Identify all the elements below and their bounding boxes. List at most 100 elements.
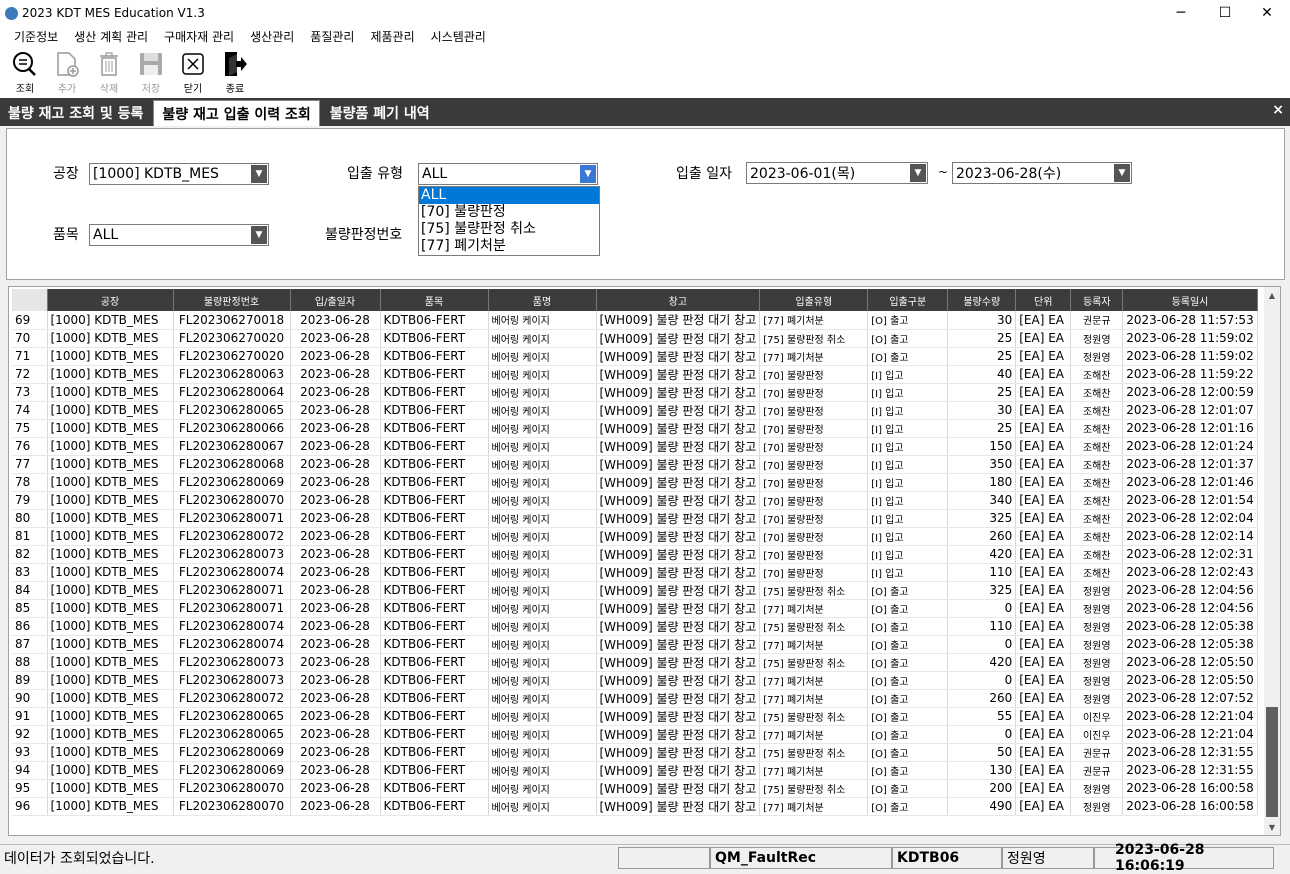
table-cell: 2023-06-28	[290, 473, 381, 492]
dropdown-option-70[interactable]: [70] 불량판정	[419, 204, 599, 221]
table-cell: [75] 불량판정 취소	[759, 329, 869, 348]
table-cell: FL202306280068	[173, 455, 291, 474]
table-row[interactable]: 96 [1000] KDTB_MES FL202306280070 2023-06-2…	[12, 797, 1258, 816]
column-header[interactable]: 품목	[380, 289, 489, 311]
table-cell: [WH009] 불량 판정 대기 창고	[596, 707, 761, 726]
row-number: 78	[12, 473, 48, 492]
table-row[interactable]: 69 [1000] KDTB_MES FL202306270018 2023-06-2…	[12, 311, 1258, 330]
vertical-scrollbar[interactable]: ▲ ▼	[1264, 287, 1280, 835]
exit-label: 종료	[225, 84, 245, 95]
table-row[interactable]: 89 [1000] KDTB_MES FL202306280073 2023-06-2…	[12, 671, 1258, 690]
tab-defect-history[interactable]: 불량 재고 입출 이력 조회	[153, 100, 320, 126]
menu-system[interactable]: 시스템관리	[431, 28, 486, 45]
table-row[interactable]: 80 [1000] KDTB_MES FL202306280071 2023-06-2…	[12, 509, 1258, 528]
table-row[interactable]: 94 [1000] KDTB_MES FL202306280069 2023-06-2…	[12, 761, 1258, 780]
column-header[interactable]: 불량판정번호	[173, 289, 291, 311]
table-row[interactable]: 70 [1000] KDTB_MES FL202306270020 2023-06-2…	[12, 329, 1258, 348]
delete-button[interactable]: 삭제	[88, 46, 130, 98]
table-cell: 2023-06-28 12:21:04	[1122, 725, 1258, 744]
scroll-up-icon[interactable]: ▲	[1264, 287, 1280, 303]
menu-product[interactable]: 제품관리	[370, 28, 414, 45]
table-row[interactable]: 91 [1000] KDTB_MES FL202306280065 2023-06-2…	[12, 707, 1258, 726]
table-cell: [EA] EA	[1015, 653, 1072, 672]
table-cell: 베어링 케이지	[488, 653, 597, 672]
table-row[interactable]: 93 [1000] KDTB_MES FL202306280069 2023-06-2…	[12, 743, 1258, 762]
table-row[interactable]: 92 [1000] KDTB_MES FL202306280065 2023-06-2…	[12, 725, 1258, 744]
table-row[interactable]: 85 [1000] KDTB_MES FL202306280071 2023-06-2…	[12, 599, 1258, 618]
table-cell: [I] 입고	[867, 365, 949, 384]
judge-no-label: 불량판정번호	[325, 227, 403, 243]
table-row[interactable]: 78 [1000] KDTB_MES FL202306280069 2023-06-2…	[12, 473, 1258, 492]
table-row[interactable]: 73 [1000] KDTB_MES FL202306280064 2023-06-2…	[12, 383, 1258, 402]
column-header[interactable]: 단위	[1015, 289, 1072, 311]
table-row[interactable]: 76 [1000] KDTB_MES FL202306280067 2023-06-2…	[12, 437, 1258, 456]
date-from-picker[interactable]: 2023-06-01(목) ▼	[746, 162, 928, 184]
table-cell: 2023-06-28 12:01:37	[1122, 455, 1258, 474]
type-select[interactable]: ALL ▼	[418, 163, 598, 185]
table-cell: KDTB06-FERT	[380, 599, 489, 618]
column-header[interactable]: 입출구분	[867, 289, 949, 311]
table-cell: [70] 불량판정	[759, 545, 869, 564]
dropdown-option-all[interactable]: ALL	[419, 187, 599, 204]
item-select[interactable]: ALL ▼	[89, 224, 269, 246]
menu-quality[interactable]: 품질관리	[310, 28, 354, 45]
save-button[interactable]: 저장	[130, 46, 172, 98]
table-cell: [70] 불량판정	[759, 455, 869, 474]
table-cell: [1000] KDTB_MES	[47, 635, 174, 654]
column-header[interactable]: 입출유형	[759, 289, 869, 311]
table-row[interactable]: 87 [1000] KDTB_MES FL202306280074 2023-06-2…	[12, 635, 1258, 654]
table-cell: 2023-06-28	[290, 491, 381, 510]
table-row[interactable]: 71 [1000] KDTB_MES FL202306270020 2023-06-2…	[12, 347, 1258, 366]
table-row[interactable]: 81 [1000] KDTB_MES FL202306280072 2023-06-2…	[12, 527, 1258, 546]
table-row[interactable]: 77 [1000] KDTB_MES FL202306280068 2023-06-2…	[12, 455, 1258, 474]
exit-button[interactable]: 종료	[214, 46, 256, 98]
column-header[interactable]: 공장	[47, 289, 174, 311]
minimize-button[interactable]: ─	[1160, 0, 1202, 26]
table-cell: [1000] KDTB_MES	[47, 347, 174, 366]
column-header[interactable]: 등록일시	[1122, 289, 1258, 311]
table-cell: KDTB06-FERT	[380, 635, 489, 654]
add-button[interactable]: 추가	[46, 46, 88, 98]
table-cell: [O] 출고	[867, 653, 949, 672]
menu-base-info[interactable]: 기준정보	[14, 28, 58, 45]
table-row[interactable]: 79 [1000] KDTB_MES FL202306280070 2023-06-2…	[12, 491, 1258, 510]
table-row[interactable]: 95 [1000] KDTB_MES FL202306280070 2023-06-2…	[12, 779, 1258, 798]
dropdown-option-75[interactable]: [75] 불량판정 취소	[419, 221, 599, 238]
column-header[interactable]: 품명	[488, 289, 597, 311]
table-row[interactable]: 90 [1000] KDTB_MES FL202306280072 2023-06-2…	[12, 689, 1258, 708]
table-row[interactable]: 72 [1000] KDTB_MES FL202306280063 2023-06-2…	[12, 365, 1258, 384]
column-header[interactable]: 입/출일자	[290, 289, 381, 311]
plant-select[interactable]: [1000] KDTB_MES ▼	[89, 163, 269, 185]
table-cell: [I] 입고	[867, 401, 949, 420]
table-row[interactable]: 83 [1000] KDTB_MES FL202306280074 2023-06-2…	[12, 563, 1258, 582]
dropdown-option-77[interactable]: [77] 폐기처분	[419, 238, 599, 255]
menu-purchase[interactable]: 구매자재 관리	[164, 28, 234, 45]
table-row[interactable]: 82 [1000] KDTB_MES FL202306280073 2023-06-2…	[12, 545, 1258, 564]
tab-disposal[interactable]: 불량품 폐기 내역	[322, 100, 438, 126]
scroll-thumb[interactable]	[1266, 707, 1278, 817]
date-to-picker[interactable]: 2023-06-28(수) ▼	[952, 162, 1132, 184]
close-button[interactable]: 닫기	[172, 46, 214, 98]
menu-production[interactable]: 생산관리	[250, 28, 294, 45]
column-header[interactable]: 등록자	[1070, 289, 1124, 311]
table-row[interactable]: 86 [1000] KDTB_MES FL202306280074 2023-06-2…	[12, 617, 1258, 636]
table-cell: 이진우	[1070, 725, 1124, 744]
search-button[interactable]: 조회	[4, 46, 46, 98]
tab-defect-stock[interactable]: 불량 재고 조회 및 등록	[0, 100, 151, 126]
table-row[interactable]: 75 [1000] KDTB_MES FL202306280066 2023-06-2…	[12, 419, 1258, 438]
table-cell: 2023-06-28	[290, 545, 381, 564]
table-cell: [1000] KDTB_MES	[47, 761, 174, 780]
table-row[interactable]: 88 [1000] KDTB_MES FL202306280073 2023-06-2…	[12, 653, 1258, 672]
column-header[interactable]: 창고	[596, 289, 761, 311]
tab-close-icon[interactable]: ×	[1272, 102, 1284, 118]
maximize-button[interactable]: ☐	[1204, 0, 1246, 26]
table-row[interactable]: 84 [1000] KDTB_MES FL202306280071 2023-06-2…	[12, 581, 1258, 600]
table-header: 공장 불량판정번호 입/출일자 품목 품명 창고 입출유형 입출구분 불량수량 단위 등록자 등록일시	[12, 289, 1258, 311]
column-header[interactable]: 불량수량	[947, 289, 1017, 311]
table-cell: [EA] EA	[1015, 401, 1072, 420]
table-row[interactable]: 74 [1000] KDTB_MES FL202306280065 2023-06-2…	[12, 401, 1258, 420]
menu-production-plan[interactable]: 생산 계획 관리	[74, 28, 148, 45]
scroll-down-icon[interactable]: ▼	[1264, 819, 1280, 835]
close-window-button[interactable]: ✕	[1246, 0, 1288, 26]
table-cell: [70] 불량판정	[759, 419, 869, 438]
